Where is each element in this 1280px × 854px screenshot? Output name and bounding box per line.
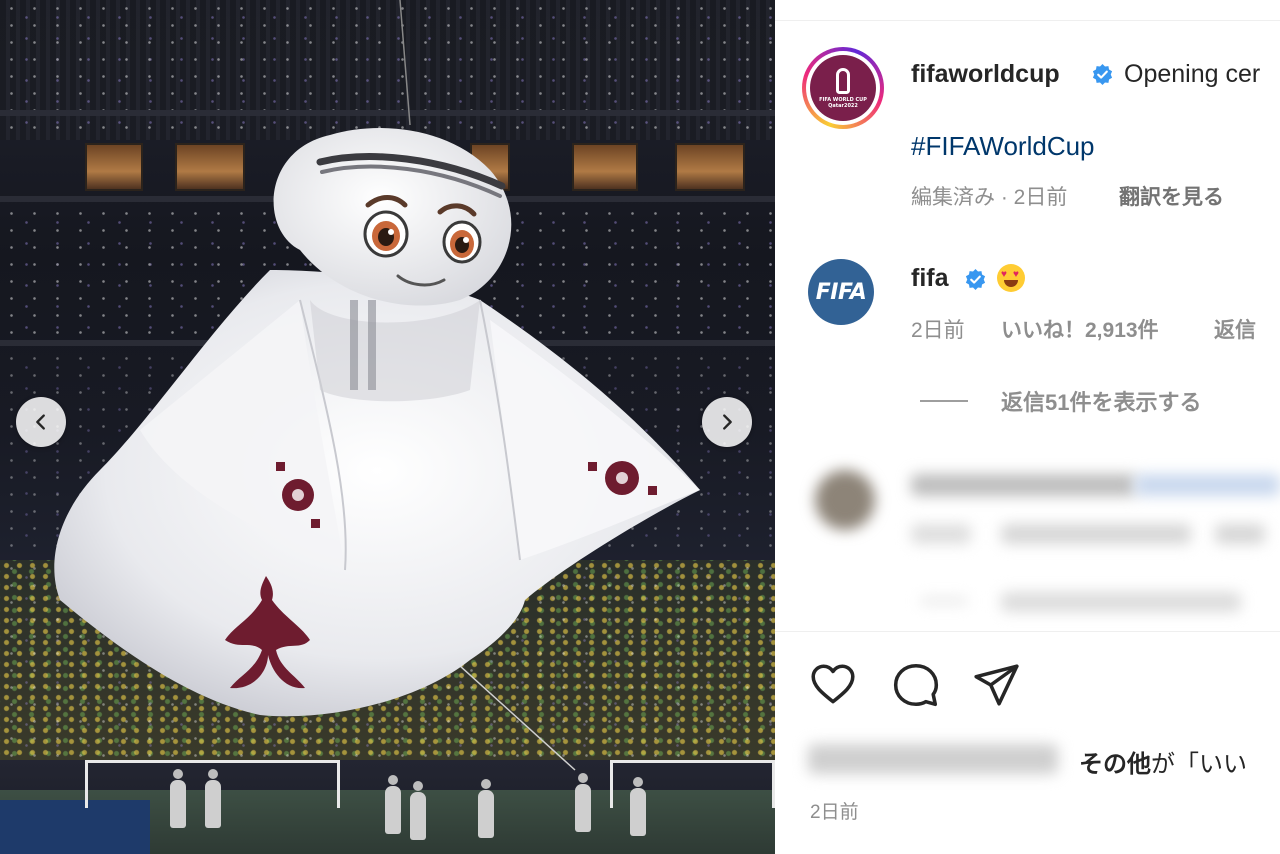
fifa-logo-text: FIFA [815,279,867,305]
qatar-2022-logo: FIFA WORLD CUP Qatar2022 [810,55,876,121]
caption-text: Opening cer [1124,60,1261,88]
blurred-view-replies [1001,592,1241,612]
laeeb-mascot-balloon [54,0,701,771]
trophy-emblem [836,67,850,94]
heart-icon [811,664,855,704]
likes-suffix: が「いい [1151,751,1247,778]
hashtag-link[interactable]: #FIFAWorldCup [911,131,1095,162]
blurred-meta [911,524,971,544]
heart-eye-left: ♥ [1001,269,1007,280]
comment-timestamp: 2日前 [911,319,965,342]
next-image-button[interactable] [702,397,752,447]
blurred-line [920,598,968,604]
commenter-avatar[interactable]: FIFA [808,259,874,325]
blurred-avatar [815,470,875,530]
previous-image-button[interactable] [16,397,66,447]
post-photo [0,0,775,854]
share-button[interactable] [972,660,1022,710]
author-avatar[interactable]: FIFA WORLD CUP Qatar2022 [802,47,884,129]
divider [775,20,1280,21]
emoji-mouth [1004,280,1018,287]
blurred-username [911,474,1136,496]
like-button[interactable] [808,660,858,710]
post-side-panel: FIFA WORLD CUP Qatar2022 fifaworldcup Op… [775,0,1280,854]
commenter-username[interactable]: fifa [911,264,949,293]
share-icon [974,664,1019,706]
post-date: 2日前 [810,802,859,823]
verified-badge-icon [965,268,986,291]
heart-eye-right: ♥ [1013,269,1019,280]
verified-badge-icon [1092,63,1113,86]
logo-text-2: Qatar2022 [828,102,858,109]
chevron-left-icon [36,414,45,430]
view-replies-button[interactable]: 返信51件を表示する [1001,385,1201,417]
comment-like-count[interactable]: いいね！2,913件 [1001,314,1159,344]
divider [775,631,1280,632]
replies-divider-line [920,400,968,402]
reply-button[interactable]: 返信 [1214,314,1256,344]
edited-timestamp: 編集済み · 2日前 [911,186,1068,209]
likes-summary[interactable]: その他が「いい [1079,744,1247,779]
author-username[interactable]: fifaworldcup [911,60,1060,89]
chevron-right-icon [723,414,732,430]
blurred-meta [1215,524,1265,544]
heart-eyes-emoji: ♥ ♥ [997,264,1025,292]
likes-others: その他 [1079,751,1151,778]
blurred-meta [1001,524,1191,544]
blurred-liker-name [808,744,1058,774]
see-translation-button[interactable]: 翻訳を見る [1119,181,1224,211]
comment-button[interactable] [891,660,941,710]
comment-icon [893,663,939,707]
blurred-comment-text [1135,474,1280,496]
avatar-ring-inner: FIFA WORLD CUP Qatar2022 [806,51,880,125]
